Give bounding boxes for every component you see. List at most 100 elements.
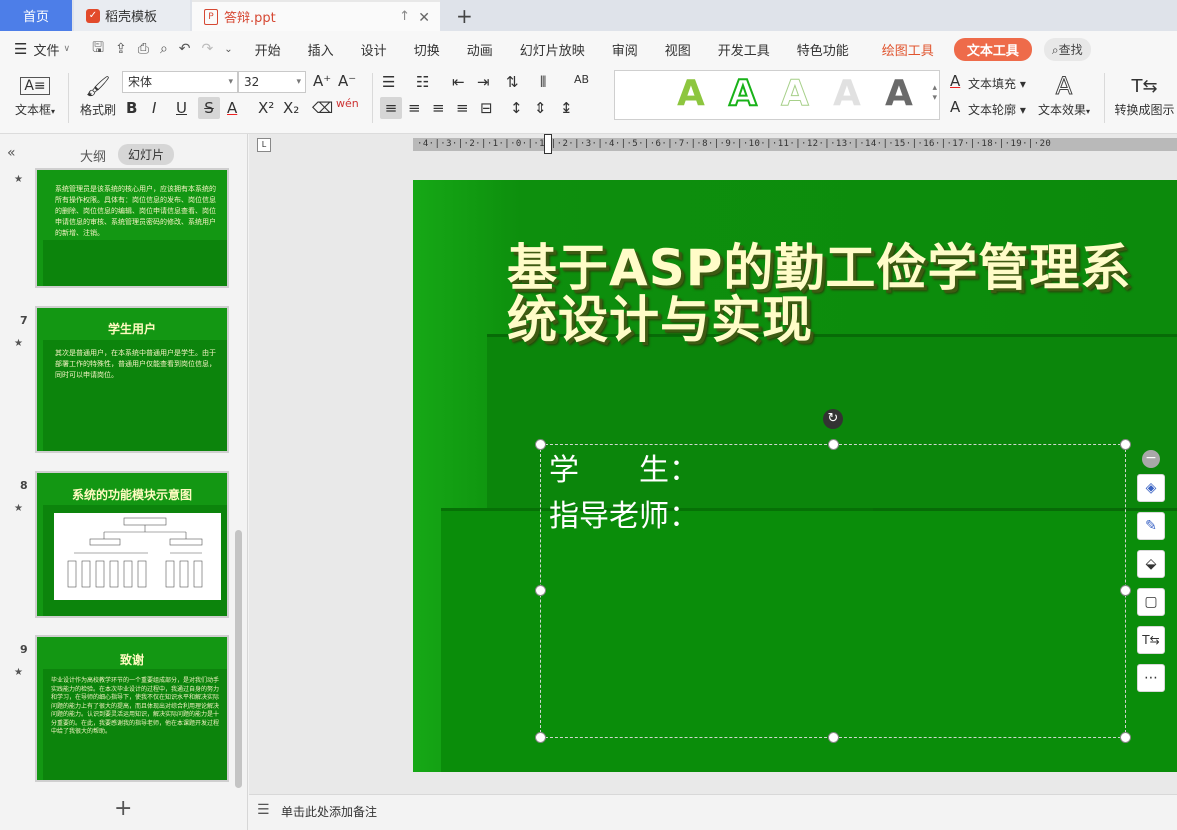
resize-handle[interactable] [828, 732, 839, 743]
character-spacing-icon[interactable]: AB [574, 73, 589, 86]
text-outline-button[interactable]: 文本轮廓 ▾ [968, 101, 1026, 118]
bullet-list-icon[interactable]: ☰ [382, 73, 395, 91]
bold-icon[interactable]: B [126, 99, 137, 117]
convert-text-icon[interactable]: T⇆ [1137, 626, 1165, 654]
print-preview-icon[interactable]: ⌕ [160, 41, 168, 57]
phonetic-guide-icon[interactable]: wén [336, 97, 359, 110]
paragraph-spacing-icon[interactable]: ⇕ [534, 99, 547, 117]
slide-thumbnail-9[interactable]: 致谢 毕业设计作为高校教学环节的一个重要组成部分，是对我们动手实践能力的检验。在… [35, 635, 229, 782]
menu-tab-draw-tools[interactable]: 绘图工具 [882, 40, 934, 59]
clear-format-icon[interactable]: ⌫ [312, 99, 333, 117]
textbox-button[interactable]: A≡ 文本框▾ [10, 71, 60, 118]
text-direction-icon[interactable]: ⇅ [506, 73, 519, 91]
resize-handle[interactable] [1120, 585, 1131, 596]
slide-thumbnail-7[interactable]: 学生用户 其次是普通用户，在本系统中普通用户是学生。由于部署工作的特殊性，普通用… [35, 306, 229, 453]
resize-handle[interactable] [1120, 732, 1131, 743]
tab-stop-selector[interactable]: L [257, 138, 271, 152]
strikethrough-icon[interactable]: S [198, 97, 220, 119]
tab-slides[interactable]: 幻灯片 [118, 144, 175, 165]
resize-handle[interactable] [535, 439, 546, 450]
menu-tab-view[interactable]: 视图 [665, 40, 691, 59]
text-style-dark[interactable]: A [885, 73, 913, 114]
pen-icon[interactable]: ✎ [1137, 512, 1165, 540]
increase-indent-icon[interactable]: ⇥ [477, 73, 490, 91]
menu-tab-design[interactable]: 设计 [361, 40, 387, 59]
increase-font-icon[interactable]: A⁺ [313, 72, 331, 90]
resize-handle[interactable] [1120, 439, 1131, 450]
text-style-green-outline[interactable]: A [728, 72, 758, 115]
font-size-select[interactable]: 32 ▾ [238, 71, 306, 93]
rotate-handle-icon[interactable]: ↻ [823, 409, 843, 429]
subscript-icon[interactable]: X₂ [283, 99, 299, 117]
layers-icon[interactable]: ◈ [1137, 474, 1165, 502]
distributed-icon[interactable]: ⊟ [480, 99, 493, 117]
menu-tab-transition[interactable]: 切换 [414, 40, 440, 59]
menu-tab-text-tools[interactable]: 文本工具 [953, 37, 1032, 61]
menu-tab-review[interactable]: 审阅 [612, 40, 638, 59]
slide-canvas[interactable]: 基于ASP的勤工俭学管理系统设计与实现 学 生： 指导老师： ↻ [413, 180, 1177, 772]
border-icon[interactable]: ▢ [1137, 588, 1165, 616]
menu-tab-start[interactable]: 开始 [255, 40, 281, 59]
spacing-dropdown-icon[interactable]: ↨ [560, 99, 573, 117]
add-slide-icon[interactable]: + [114, 796, 132, 821]
italic-icon[interactable]: I [152, 99, 156, 117]
text-fill-button[interactable]: 文本填充 ▾ [968, 75, 1026, 92]
align-right-icon[interactable]: ≡ [432, 99, 445, 117]
panel-scrollbar[interactable] [235, 530, 242, 788]
slide-title[interactable]: 基于ASP的勤工俭学管理系统设计与实现 [507, 242, 1147, 346]
text-effect-button[interactable]: A 文本效果▾ [1034, 71, 1094, 118]
columns-icon[interactable]: ⫴ [540, 73, 546, 91]
line-spacing-icon[interactable]: ↕ [510, 99, 523, 117]
tab-document[interactable]: P 答辩.ppt ↑ ✕ [192, 0, 440, 31]
menu-tab-developer[interactable]: 开发工具 [718, 40, 770, 59]
print-icon[interactable]: ⎙ [138, 41, 149, 57]
text-outline-icon[interactable]: A [950, 98, 960, 116]
ruler-indent-marker[interactable] [544, 134, 552, 154]
justify-icon[interactable]: ≡ [456, 99, 469, 117]
resize-handle[interactable] [535, 732, 546, 743]
text-style-gray[interactable]: A [833, 73, 861, 114]
text-style-green-fill[interactable]: A [677, 73, 705, 114]
more-dropdown-icon[interactable]: ⌄ [224, 44, 232, 55]
tab-template[interactable]: ✓ 稻壳模板 [74, 0, 190, 31]
undo-icon[interactable]: ↶ [179, 41, 191, 57]
decrease-indent-icon[interactable]: ⇤ [452, 73, 465, 91]
superscript-icon[interactable]: X² [258, 99, 274, 117]
search-button[interactable]: ⌕查找 [1043, 37, 1091, 61]
more-options-icon[interactable]: ⋯ [1137, 664, 1165, 692]
gallery-more-icon[interactable]: ▴ ▾ [932, 83, 937, 103]
resize-handle[interactable] [535, 585, 546, 596]
numbered-list-icon[interactable]: ☷ [416, 73, 429, 91]
menu-tab-animation[interactable]: 动画 [467, 40, 493, 59]
fill-bucket-icon[interactable]: ⬙ [1137, 550, 1165, 578]
pin-icon[interactable]: ↑ [399, 9, 410, 24]
file-menu[interactable]: ☰ 文件 ∨ [14, 40, 70, 59]
underline-icon[interactable]: U [176, 99, 187, 117]
decrease-font-icon[interactable]: A⁻ [338, 72, 356, 90]
font-color-icon[interactable]: A [227, 99, 237, 117]
font-name-select[interactable]: 宋体 ▾ [122, 71, 238, 93]
collapse-panel-icon[interactable]: « [7, 145, 16, 161]
menu-tab-insert[interactable]: 插入 [308, 40, 334, 59]
menu-tab-features[interactable]: 特色功能 [797, 40, 849, 59]
menu-tab-slideshow[interactable]: 幻灯片放映 [520, 40, 585, 59]
resize-handle[interactable] [828, 439, 839, 450]
text-style-light-outline[interactable]: A [781, 73, 810, 115]
tab-home[interactable]: 首页 [0, 0, 72, 31]
close-tab-icon[interactable]: ✕ [418, 10, 430, 26]
export-icon[interactable]: ⇪ [115, 41, 127, 57]
align-left-icon[interactable]: ≡ [380, 97, 402, 119]
text-fill-icon[interactable]: A [950, 72, 960, 90]
align-center-icon[interactable]: ≡ [408, 99, 421, 117]
save-icon[interactable]: 🖫 [92, 37, 104, 61]
convert-to-smartart-button[interactable]: T⇆ 转换成图示 [1112, 71, 1177, 118]
redo-icon[interactable]: ↷ [202, 41, 214, 57]
format-painter-button[interactable]: 🖌 格式刷 [76, 71, 120, 118]
notes-bar[interactable]: ☰ 单击此处添加备注 [249, 794, 1177, 830]
slide-thumbnail-6[interactable]: 系统管理员是该系统的核心用户，应该拥有本系统的所有操作权限。具体有：岗位信息的发… [35, 168, 229, 288]
slide-thumbnail-8[interactable]: 系统的功能模块示意图 [35, 471, 229, 618]
new-tab-button[interactable]: + [456, 4, 473, 28]
slide-subtitle-text[interactable]: 学 生： 指导老师： [549, 448, 699, 540]
tab-outline[interactable]: 大纲 [80, 146, 106, 165]
collapse-toolbar-icon[interactable]: − [1142, 450, 1160, 468]
